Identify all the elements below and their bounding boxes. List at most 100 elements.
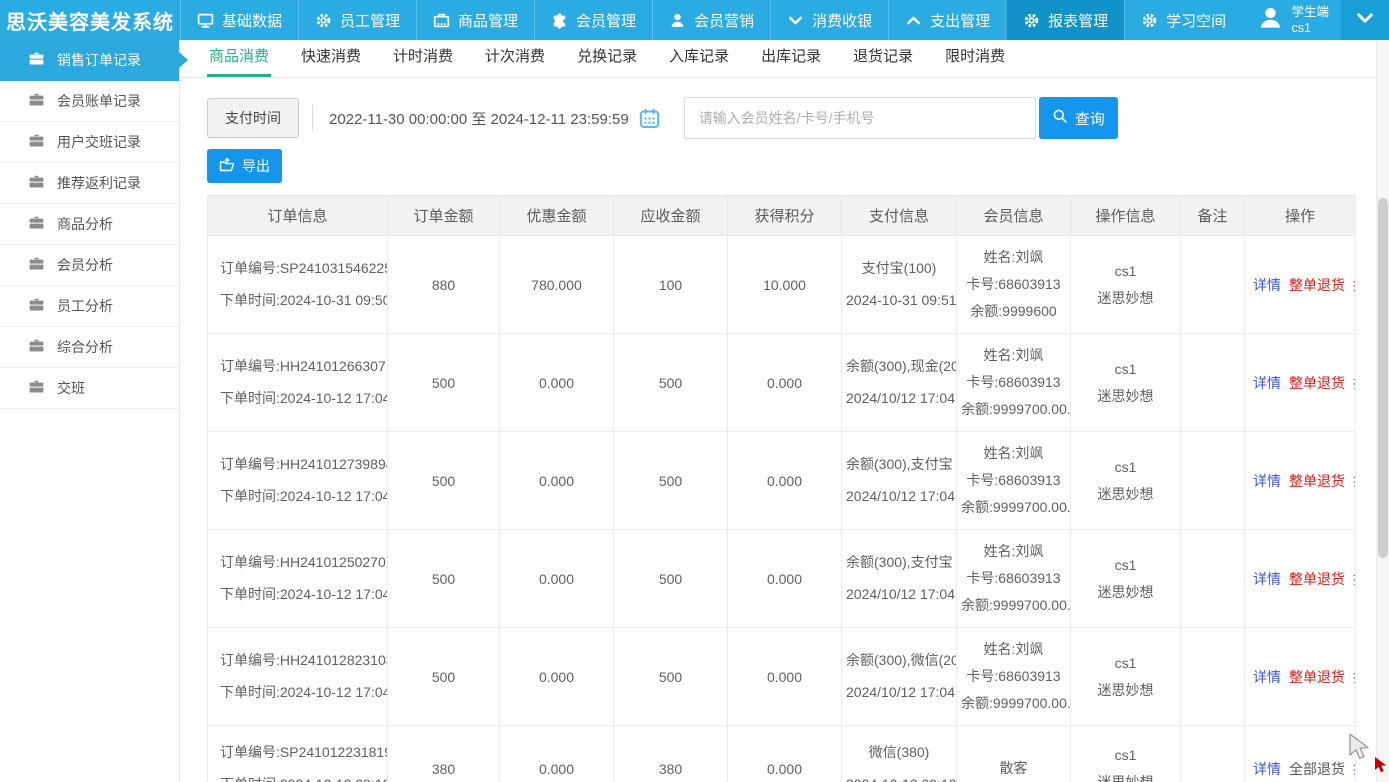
tab-item[interactable]: 兑换记录 — [575, 45, 639, 77]
discount-amount-cell: 0.000 — [500, 334, 614, 432]
sidebar-item[interactable]: 用户交班记录 — [0, 122, 179, 163]
table-row: 订单编号:HH241012663071.下单时间:2024-10-12 17:0… — [208, 334, 1356, 432]
scrollbar-thumb[interactable] — [1378, 198, 1388, 558]
remark-cell — [1181, 236, 1245, 334]
table-header-cell: 备注 — [1181, 196, 1245, 236]
topnav-item-label: 报表管理 — [1048, 10, 1108, 31]
tab-item[interactable]: 计次消费 — [483, 45, 547, 77]
actions-cell: 详情整单退货打印 — [1245, 530, 1356, 628]
topnav-item[interactable]: 消费收银 — [770, 0, 888, 40]
tab-item[interactable]: 出库记录 — [759, 45, 823, 77]
chevron-down-icon — [1355, 8, 1375, 33]
payment-info-cell: 余额(300),支付宝2024/10/12 17:04 — [842, 432, 957, 530]
points-cell: 0.000 — [728, 432, 842, 530]
topnav-item-label: 商品管理 — [458, 10, 518, 31]
tab-item[interactable]: 快速消费 — [299, 45, 363, 77]
export-button[interactable]: 导出 — [207, 149, 282, 183]
user-menu[interactable]: 学生端 cs1 — [1245, 0, 1341, 40]
action-link[interactable]: 详情 — [1253, 664, 1281, 690]
table-header-cell: 订单信息 — [208, 196, 388, 236]
receivable-amount-cell: 500 — [614, 432, 728, 530]
table-row: 订单编号:HH241012823103.下单时间:2024-10-12 17:0… — [208, 628, 1356, 726]
receivable-amount-cell: 500 — [614, 628, 728, 726]
sidebar-item[interactable]: 会员账单记录 — [0, 81, 179, 122]
topnav-item[interactable]: 支出管理 — [888, 0, 1006, 40]
action-link[interactable]: 整单退货 — [1289, 468, 1345, 494]
topnav-item[interactable]: 会员管理 — [534, 0, 652, 40]
tab-item[interactable]: 限时消费 — [943, 45, 1007, 77]
briefcase-icon — [28, 91, 45, 111]
action-link[interactable]: 打印 — [1353, 756, 1356, 782]
action-link[interactable]: 打印 — [1353, 370, 1356, 396]
topnav-item[interactable]: 员工管理 — [298, 0, 416, 40]
gear-icon — [315, 12, 332, 29]
operator-info-cell: cs1迷思妙想 — [1071, 432, 1181, 530]
sidebar-item-label: 用户交班记录 — [57, 132, 141, 152]
monitor-icon — [197, 12, 214, 29]
topnav-item-label: 支出管理 — [930, 10, 990, 31]
topnav-item[interactable]: 基础数据 — [180, 0, 298, 40]
topnav-item[interactable]: 学习空间 — [1124, 0, 1242, 40]
vertical-scrollbar[interactable] — [1376, 40, 1389, 782]
action-link[interactable]: 整单退货 — [1289, 664, 1345, 690]
sidebar-item-label: 综合分析 — [57, 337, 113, 357]
briefcase-icon — [28, 296, 45, 316]
sidebar-item-label: 会员账单记录 — [57, 91, 141, 111]
action-link[interactable]: 详情 — [1253, 756, 1281, 782]
tab-item[interactable]: 商品消费 — [207, 45, 271, 77]
table-row: 订单编号:HH241012502707.下单时间:2024-10-12 17:0… — [208, 530, 1356, 628]
action-link[interactable]: 详情 — [1253, 370, 1281, 396]
points-cell: 10.000 — [728, 236, 842, 334]
sidebar-item[interactable]: 销售订单记录 — [0, 40, 179, 81]
action-link[interactable]: 打印 — [1353, 566, 1356, 592]
action-link[interactable]: 全部退货 — [1289, 756, 1345, 782]
table-header-cell: 操作信息 — [1071, 196, 1181, 236]
order-amount-cell: 500 — [388, 334, 500, 432]
tab-item[interactable]: 入库记录 — [667, 45, 731, 77]
filter-divider — [312, 105, 313, 131]
action-link[interactable]: 详情 — [1253, 566, 1281, 592]
topnav-item[interactable]: 商品管理 — [416, 0, 534, 40]
main-content: 商品消费快速消费计时消费计次消费兑换记录入库记录出库记录退货记录限时消费 支付时… — [180, 40, 1389, 782]
table-row: 订单编号:SP241031546225下单时间:2024-10-31 09:50… — [208, 236, 1356, 334]
action-link[interactable]: 打印 — [1353, 664, 1356, 690]
action-link[interactable]: 详情 — [1253, 272, 1281, 298]
sidebar-item[interactable]: 员工分析 — [0, 286, 179, 327]
sidebar-item-label: 员工分析 — [57, 296, 113, 316]
action-link[interactable]: 整单退货 — [1289, 566, 1345, 592]
action-link[interactable]: 打印 — [1353, 468, 1356, 494]
chevron-up-icon — [905, 12, 922, 29]
sidebar-item[interactable]: 交班 — [0, 368, 179, 409]
table-header-cell: 应收金额 — [614, 196, 728, 236]
action-link[interactable]: 整单退货 — [1289, 272, 1345, 298]
topnav-item[interactable]: 报表管理 — [1006, 0, 1124, 40]
pay-time-filter-button[interactable]: 支付时间 — [207, 98, 299, 138]
operator-info-cell: cs1迷思妙想 — [1071, 236, 1181, 334]
briefcase-icon — [28, 255, 45, 275]
gear-icon — [1141, 12, 1158, 29]
topnav-item-label: 基础数据 — [222, 10, 282, 31]
calendar-icon[interactable] — [639, 108, 660, 129]
sidebar-item[interactable]: 商品分析 — [0, 204, 179, 245]
topnav-item-label: 会员管理 — [576, 10, 636, 31]
user-name: cs1 — [1291, 21, 1310, 35]
tab-item[interactable]: 计时消费 — [391, 45, 455, 77]
points-cell: 0.000 — [728, 726, 842, 782]
tab-bar: 商品消费快速消费计时消费计次消费兑换记录入库记录出库记录退货记录限时消费 — [180, 40, 1389, 78]
action-link[interactable]: 详情 — [1253, 468, 1281, 494]
sidebar-item[interactable]: 会员分析 — [0, 245, 179, 286]
member-search-input[interactable] — [684, 97, 1036, 139]
actions-cell: 详情全部退货打印 — [1245, 726, 1356, 782]
date-range-value: 2022-11-30 00:00:00 至 2024-12-11 23:59:5… — [329, 108, 629, 129]
sidebar-item[interactable]: 综合分析 — [0, 327, 179, 368]
member-info-cell: 姓名:刘飒卡号:68603913余额:9999700.00. — [957, 628, 1071, 726]
search-button[interactable]: 查询 — [1039, 97, 1118, 139]
topnav-collapse-button[interactable] — [1341, 0, 1389, 40]
action-link[interactable]: 换货 — [1353, 272, 1356, 298]
receivable-amount-cell: 500 — [614, 530, 728, 628]
action-link[interactable]: 整单退货 — [1289, 370, 1345, 396]
tab-item[interactable]: 退货记录 — [851, 45, 915, 77]
sidebar-item[interactable]: 推荐返利记录 — [0, 163, 179, 204]
topnav-item[interactable]: 会员营销 — [652, 0, 770, 40]
topnav-item-label: 消费收银 — [812, 10, 872, 31]
